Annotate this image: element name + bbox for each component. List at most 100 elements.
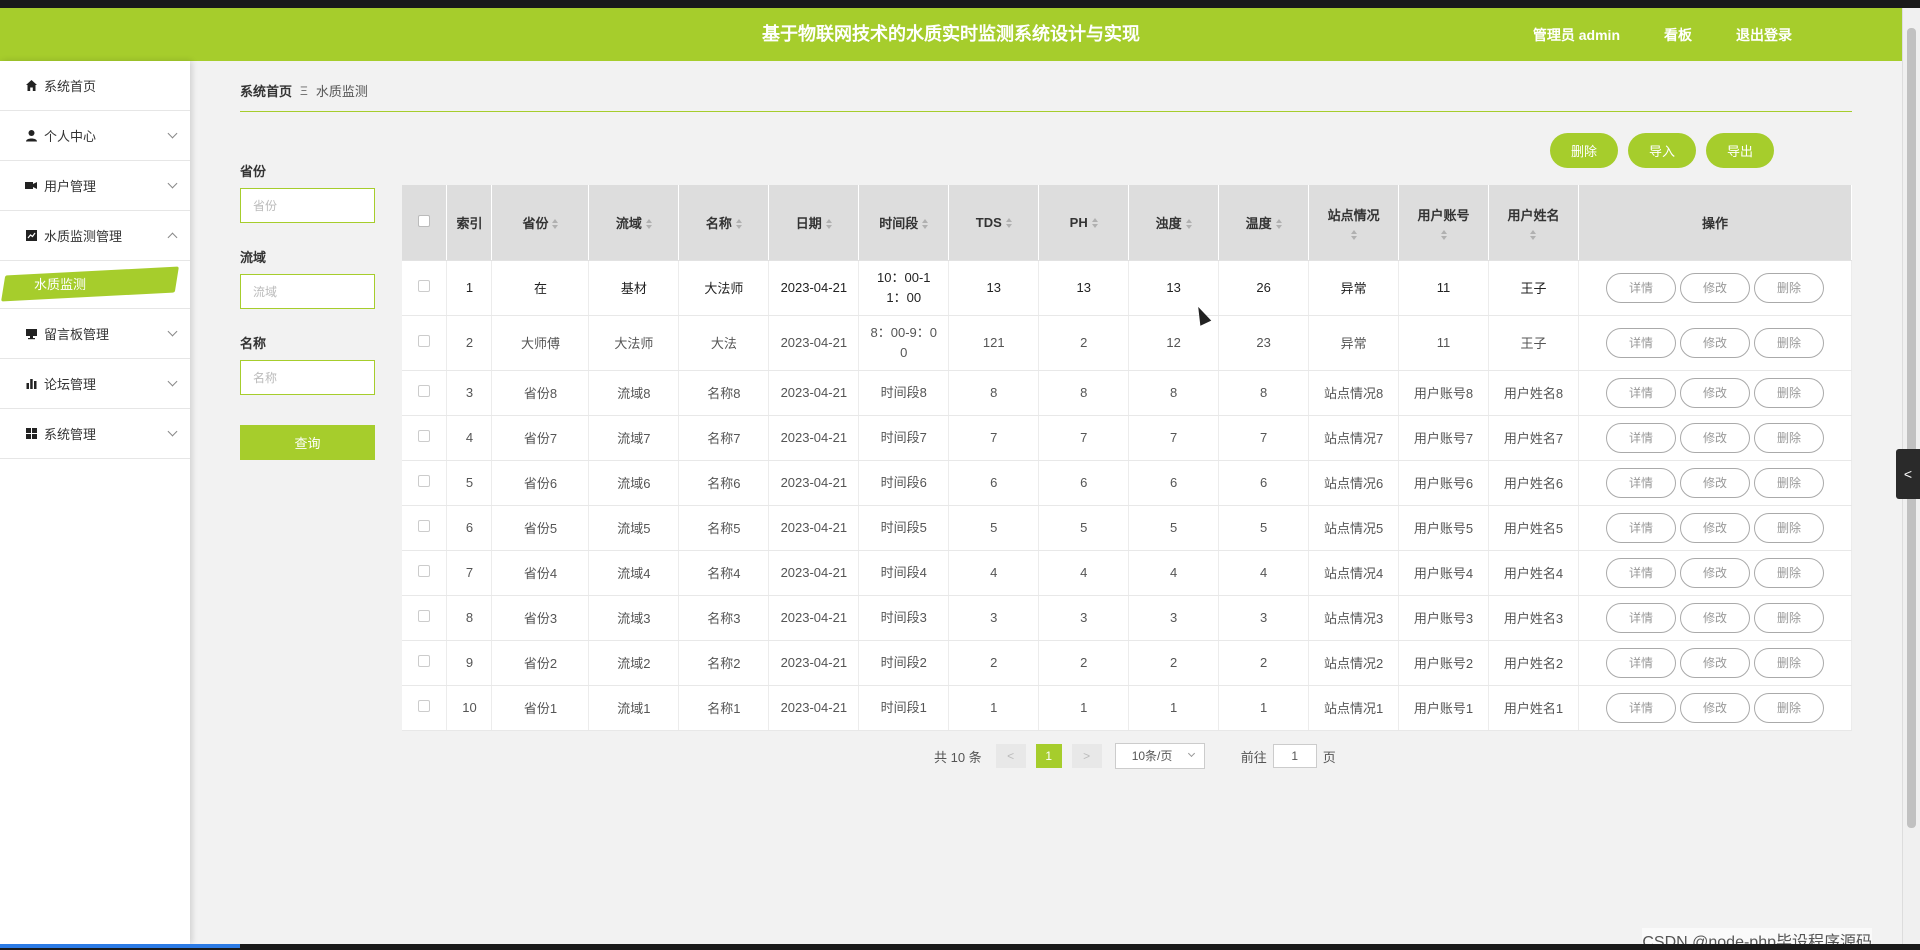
row-select-cell[interactable] bbox=[402, 685, 448, 731]
edit-button[interactable]: 修改 bbox=[1679, 512, 1750, 543]
edit-button[interactable]: 修改 bbox=[1679, 602, 1750, 633]
next-page-button[interactable]: > bbox=[1071, 744, 1102, 768]
row-select-cell[interactable] bbox=[402, 460, 448, 506]
row-checkbox[interactable] bbox=[418, 335, 431, 347]
col-header-basin[interactable]: 流域 bbox=[588, 185, 680, 261]
delete-button[interactable]: 删除 bbox=[1753, 467, 1824, 498]
basin-input[interactable] bbox=[240, 274, 375, 309]
sidebar-item-personal[interactable]: 个人中心 bbox=[0, 111, 190, 161]
edit-button[interactable]: 修改 bbox=[1679, 647, 1750, 678]
select-all-cell[interactable] bbox=[402, 185, 448, 261]
row-select-cell[interactable] bbox=[402, 505, 448, 551]
col-header-tds[interactable]: TDS bbox=[948, 185, 1040, 261]
row-select-cell[interactable] bbox=[402, 595, 448, 641]
page-number-current[interactable]: 1 bbox=[1035, 744, 1062, 768]
sort-icon[interactable] bbox=[645, 219, 652, 230]
sidebar-subitem-water-monitor[interactable]: 水质监测 bbox=[0, 261, 190, 309]
sort-icon[interactable] bbox=[1005, 218, 1012, 229]
page-size-select[interactable]: 10条/页 bbox=[1114, 743, 1205, 769]
sidebar-subitem-label[interactable]: 水质监测 bbox=[34, 261, 86, 309]
sidebar-item-water-quality[interactable]: 水质监测管理 bbox=[0, 211, 190, 261]
collapse-side-tab[interactable]: < bbox=[1896, 449, 1920, 499]
sidebar-item-message-board[interactable]: 留言板管理 bbox=[0, 309, 190, 359]
delete-button[interactable]: 删除 bbox=[1753, 557, 1824, 588]
row-checkbox[interactable] bbox=[418, 610, 431, 622]
col-header-turbidity[interactable]: 浊度 bbox=[1128, 185, 1220, 261]
delete-button[interactable]: 删除 bbox=[1753, 647, 1824, 678]
sort-icon[interactable] bbox=[1350, 229, 1357, 240]
bulk-delete-button[interactable]: 删除 bbox=[1550, 133, 1618, 168]
row-select-cell[interactable] bbox=[402, 640, 448, 686]
sidebar-item-home[interactable]: 系统首页 bbox=[0, 61, 190, 111]
query-button[interactable]: 查询 bbox=[240, 425, 375, 460]
col-header-ph[interactable]: PH bbox=[1038, 185, 1130, 261]
detail-button[interactable]: 详情 bbox=[1605, 467, 1676, 498]
import-button[interactable]: 导入 bbox=[1628, 133, 1696, 168]
sort-icon[interactable] bbox=[1530, 229, 1537, 240]
sort-icon[interactable] bbox=[1091, 218, 1098, 229]
col-header-date[interactable]: 日期 bbox=[768, 185, 860, 261]
row-checkbox[interactable] bbox=[418, 520, 431, 532]
delete-button[interactable]: 删除 bbox=[1753, 327, 1824, 358]
select-all-checkbox[interactable] bbox=[418, 214, 431, 227]
edit-button[interactable]: 修改 bbox=[1679, 327, 1750, 358]
sort-icon[interactable] bbox=[922, 219, 929, 230]
breadcrumb-home[interactable]: 系统首页 bbox=[240, 81, 292, 100]
delete-button[interactable]: 删除 bbox=[1753, 512, 1824, 543]
col-header-username[interactable]: 用户姓名 bbox=[1488, 185, 1579, 261]
col-header-account[interactable]: 用户账号 bbox=[1398, 185, 1489, 261]
edit-button[interactable]: 修改 bbox=[1679, 422, 1750, 453]
row-checkbox[interactable] bbox=[418, 385, 431, 397]
sort-icon[interactable] bbox=[1185, 219, 1192, 230]
detail-button[interactable]: 详情 bbox=[1605, 647, 1676, 678]
edit-button[interactable]: 修改 bbox=[1679, 467, 1750, 498]
row-select-cell[interactable] bbox=[402, 550, 448, 596]
row-select-cell[interactable] bbox=[402, 370, 448, 416]
row-checkbox[interactable] bbox=[418, 700, 431, 712]
detail-button[interactable]: 详情 bbox=[1605, 692, 1676, 723]
name-input[interactable] bbox=[240, 360, 375, 395]
sidebar-item-system[interactable]: 系统管理 bbox=[0, 409, 190, 459]
scrollbar-thumb[interactable] bbox=[1907, 28, 1916, 828]
row-checkbox[interactable] bbox=[418, 655, 431, 667]
delete-button[interactable]: 删除 bbox=[1753, 692, 1824, 723]
province-input[interactable] bbox=[240, 188, 375, 223]
row-checkbox[interactable] bbox=[418, 475, 431, 487]
col-header-name[interactable]: 名称 bbox=[678, 185, 770, 261]
detail-button[interactable]: 详情 bbox=[1605, 327, 1676, 358]
sidebar-item-forum[interactable]: 论坛管理 bbox=[0, 359, 190, 409]
sort-icon[interactable] bbox=[552, 219, 559, 230]
prev-page-button[interactable]: < bbox=[995, 744, 1026, 768]
col-header-temp[interactable]: 温度 bbox=[1218, 185, 1310, 261]
edit-button[interactable]: 修改 bbox=[1679, 692, 1750, 723]
logout-link[interactable]: 退出登录 bbox=[1736, 25, 1792, 45]
row-checkbox[interactable] bbox=[418, 280, 431, 292]
edit-button[interactable]: 修改 bbox=[1679, 272, 1750, 303]
board-link[interactable]: 看板 bbox=[1664, 25, 1692, 45]
row-select-cell[interactable] bbox=[402, 315, 448, 371]
sort-icon[interactable] bbox=[735, 219, 742, 230]
detail-button[interactable]: 详情 bbox=[1605, 512, 1676, 543]
row-checkbox[interactable] bbox=[418, 430, 431, 442]
sort-icon[interactable] bbox=[1440, 229, 1447, 240]
export-button[interactable]: 导出 bbox=[1706, 133, 1774, 168]
row-select-cell[interactable] bbox=[402, 260, 448, 316]
edit-button[interactable]: 修改 bbox=[1679, 377, 1750, 408]
row-checkbox[interactable] bbox=[418, 565, 431, 577]
delete-button[interactable]: 删除 bbox=[1753, 602, 1824, 633]
delete-button[interactable]: 删除 bbox=[1753, 422, 1824, 453]
sort-icon[interactable] bbox=[825, 219, 832, 230]
col-header-province[interactable]: 省份 bbox=[491, 185, 590, 261]
sidebar-item-users[interactable]: 用户管理 bbox=[0, 161, 190, 211]
col-header-site[interactable]: 站点情况 bbox=[1308, 185, 1400, 261]
detail-button[interactable]: 详情 bbox=[1605, 602, 1676, 633]
delete-button[interactable]: 删除 bbox=[1753, 272, 1824, 303]
edit-button[interactable]: 修改 bbox=[1679, 557, 1750, 588]
detail-button[interactable]: 详情 bbox=[1605, 272, 1676, 303]
detail-button[interactable]: 详情 bbox=[1605, 377, 1676, 408]
goto-page-input[interactable]: 1 bbox=[1272, 744, 1317, 768]
col-header-period[interactable]: 时间段 bbox=[858, 185, 950, 261]
delete-button[interactable]: 删除 bbox=[1753, 377, 1824, 408]
row-select-cell[interactable] bbox=[402, 415, 448, 461]
detail-button[interactable]: 详情 bbox=[1605, 557, 1676, 588]
